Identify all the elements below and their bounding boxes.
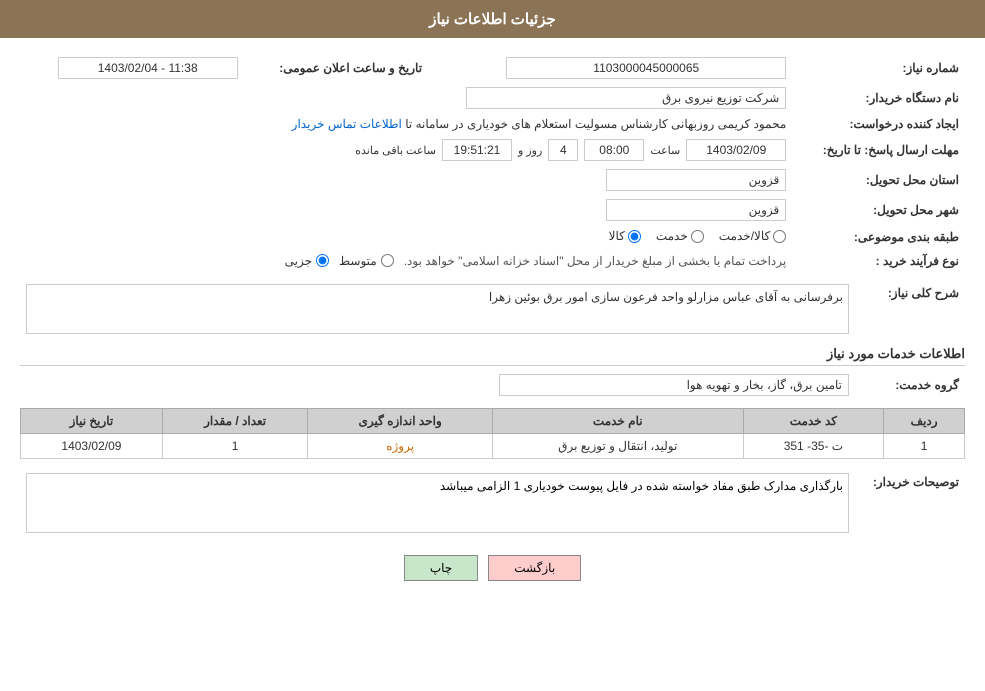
purchase-jozi-input[interactable] (316, 254, 329, 267)
radio-khedmat-input[interactable] (691, 230, 704, 243)
need-desc-box: برفرسانی به آقای عباس مزارلو واحد فرعون … (26, 284, 849, 334)
announce-box: 1403/02/04 - 11:38 (58, 57, 238, 79)
print-button[interactable]: چاپ (404, 555, 478, 581)
deadline-days-label: روز و (518, 144, 542, 157)
col-count: تعداد / مقدار (162, 408, 308, 433)
deadline-date-box: 1403/02/09 (686, 139, 786, 161)
cell-unit: پروژه (308, 433, 493, 458)
cell-row: 1 (884, 433, 965, 458)
deadline-remaining-label: ساعت باقی مانده (355, 144, 436, 157)
cell-name: تولید، انتقال و توزیع برق (492, 433, 743, 458)
row-city: شهر محل تحویل: قزوین (20, 195, 965, 225)
buyer-notes-box[interactable]: بارگذاری مدارک طبق مفاد خواسته شده در فا… (26, 473, 849, 533)
city-box: قزوین (606, 199, 786, 221)
purchase-desc: پرداخت تمام یا بخشی از مبلغ خریدار از مح… (404, 254, 787, 268)
creator-value: محمود کریمی روزبهانی کارشناس مسولیت استع… (20, 113, 792, 135)
deadline-days-box: 4 (548, 139, 578, 161)
col-code: کد خدمت (743, 408, 884, 433)
purchase-motavaset-label: متوسط (339, 254, 377, 268)
creator-link[interactable]: اطلاعات تماس خریدار (292, 117, 402, 131)
announce-value: 1403/02/04 - 11:38 (20, 53, 244, 83)
radio-kala: کالا (609, 229, 641, 243)
col-date: تاریخ نیاز (21, 408, 163, 433)
purchase-options: پرداخت تمام یا بخشی از مبلغ خریدار از مح… (26, 254, 786, 268)
purchase-motavaset: متوسط (339, 254, 394, 268)
buyer-org-box: شرکت توزیع نیروی برق (466, 87, 786, 109)
page-wrapper: جزئیات اطلاعات نیاز شماره نیاز: 11030000… (0, 0, 985, 691)
province-label: استان محل تحویل: (792, 165, 965, 195)
buyer-notes-value: بارگذاری مدارک طبق مفاد خواسته شده در فا… (20, 469, 855, 540)
row-purchase: نوع فرآیند خرید : پرداخت تمام یا بخشی از… (20, 250, 965, 272)
deadline-label: مهلت ارسال پاسخ: تا تاریخ: (792, 135, 965, 165)
deadline-clock-box: 19:51:21 (442, 139, 512, 161)
row-province: استان محل تحویل: قزوین (20, 165, 965, 195)
need-number-value: 1103000045000065 (452, 53, 792, 83)
services-section-header: اطلاعات خدمات مورد نیاز (20, 346, 965, 366)
creator-text: محمود کریمی روزبهانی کارشناس مسولیت استع… (405, 117, 786, 131)
radio-kala-input[interactable] (628, 230, 641, 243)
province-box: قزوین (606, 169, 786, 191)
deadline-time-row: 1403/02/09 ساعت 08:00 4 روز و 19:51:21 س… (26, 139, 786, 161)
services-data-table: ردیف کد خدمت نام خدمت واحد اندازه گیری ت… (20, 408, 965, 459)
button-group: بازگشت چاپ (20, 555, 965, 581)
need-number-box: 1103000045000065 (506, 57, 786, 79)
need-desc-label: شرح کلی نیاز: (855, 280, 965, 338)
cell-date: 1403/02/09 (21, 433, 163, 458)
cell-count: 1 (162, 433, 308, 458)
services-table-header: ردیف کد خدمت نام خدمت واحد اندازه گیری ت… (21, 408, 965, 433)
service-group-label: گروه خدمت: (855, 370, 965, 400)
cell-code: ت -35- 351 (743, 433, 884, 458)
city-value: قزوین (20, 195, 792, 225)
purchase-label: نوع فرآیند خرید : (792, 250, 965, 272)
announce-label: تاریخ و ساعت اعلان عمومی: (244, 53, 452, 83)
radio-khedmat-label: خدمت (656, 229, 688, 243)
back-button[interactable]: بازگشت (488, 555, 581, 581)
page-header: جزئیات اطلاعات نیاز (0, 0, 985, 38)
row-buyer-notes: توصیحات خریدار: بارگذاری مدارک طبق مفاد … (20, 469, 965, 540)
buyer-notes-label: توصیحات خریدار: (855, 469, 965, 540)
main-info-table: شماره نیاز: 1103000045000065 تاریخ و ساع… (20, 53, 965, 272)
province-value: قزوین (20, 165, 792, 195)
row-deadline: مهلت ارسال پاسخ: تا تاریخ: 1403/02/09 سا… (20, 135, 965, 165)
service-group-box: تامین برق، گاز، بخار و تهویه هوا (499, 374, 849, 396)
creator-label: ایجاد کننده درخواست: (792, 113, 965, 135)
table-row: 1ت -35- 351تولید، انتقال و توزیع برقپروژ… (21, 433, 965, 458)
radio-khedmat: خدمت (656, 229, 704, 243)
row-category: طبقه بندی موضوعی: کالا/خدمت خدمت (20, 225, 965, 250)
deadline-time-box: 08:00 (584, 139, 644, 161)
need-number-label: شماره نیاز: (792, 53, 965, 83)
purchase-row: پرداخت تمام یا بخشی از مبلغ خریدار از مح… (20, 250, 792, 272)
col-row: ردیف (884, 408, 965, 433)
radio-kala-label: کالا (609, 229, 625, 243)
buyer-org-label: نام دستگاه خریدار: (792, 83, 965, 113)
col-name: نام خدمت (492, 408, 743, 433)
purchase-jozi: جزیی (285, 254, 329, 268)
service-group-table: گروه خدمت: تامین برق، گاز، بخار و تهویه … (20, 370, 965, 400)
deadline-time-label: ساعت (650, 144, 680, 157)
need-desc-table: شرح کلی نیاز: برفرسانی به آقای عباس مزار… (20, 280, 965, 338)
row-need-number: شماره نیاز: 1103000045000065 تاریخ و ساع… (20, 53, 965, 83)
deadline-row: 1403/02/09 ساعت 08:00 4 روز و 19:51:21 س… (20, 135, 792, 165)
row-service-group: گروه خدمت: تامین برق، گاز، بخار و تهویه … (20, 370, 965, 400)
page-title: جزئیات اطلاعات نیاز (429, 11, 556, 28)
radio-kala-khedmat-input[interactable] (773, 230, 786, 243)
category-radio-group: کالا/خدمت خدمت کالا (609, 229, 787, 243)
col-unit: واحد اندازه گیری (308, 408, 493, 433)
service-group-value: تامین برق، گاز، بخار و تهویه هوا (20, 370, 855, 400)
need-desc-value: برفرسانی به آقای عباس مزارلو واحد فرعون … (20, 280, 855, 338)
category-label: طبقه بندی موضوعی: (792, 225, 965, 250)
radio-kala-khedmat: کالا/خدمت (719, 229, 786, 243)
radio-kala-khedmat-label: کالا/خدمت (719, 229, 770, 243)
purchase-motavaset-input[interactable] (381, 254, 394, 267)
city-label: شهر محل تحویل: (792, 195, 965, 225)
content-area: شماره نیاز: 1103000045000065 تاریخ و ساع… (0, 38, 985, 606)
purchase-jozi-label: جزیی (285, 254, 312, 268)
category-radios: کالا/خدمت خدمت کالا (20, 225, 792, 250)
row-buyer-org: نام دستگاه خریدار: شرکت توزیع نیروی برق (20, 83, 965, 113)
row-need-desc: شرح کلی نیاز: برفرسانی به آقای عباس مزار… (20, 280, 965, 338)
buyer-org-value: شرکت توزیع نیروی برق (20, 83, 792, 113)
buyer-notes-table: توصیحات خریدار: بارگذاری مدارک طبق مفاد … (20, 469, 965, 540)
row-creator: ایجاد کننده درخواست: محمود کریمی روزبهان… (20, 113, 965, 135)
